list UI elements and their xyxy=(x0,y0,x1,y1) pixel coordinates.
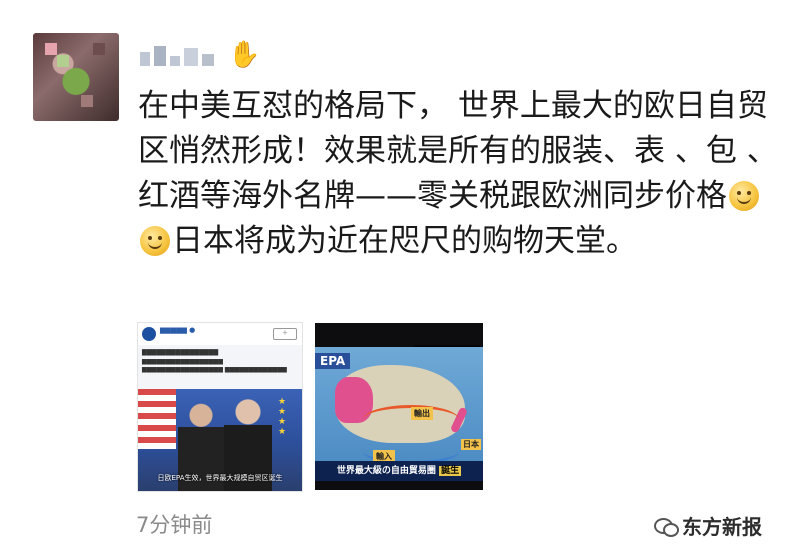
tv-caption-main: 世界最大級の自由貿易圏 xyxy=(336,466,436,476)
smile-emoji-icon xyxy=(729,181,759,211)
news-photo: ★ ★ ★ ★ 日欧EPA生效，世界最大规模自贸区诞生 xyxy=(138,389,302,491)
avatar[interactable] xyxy=(33,33,119,121)
avatar-pixel xyxy=(57,55,69,67)
account-logo-icon xyxy=(142,327,156,341)
article-text-blur: ▇▇▇▇▇▇▇▇▇▇▇▇▇▇▇▇ ▆▆▆▆▆▆▆▆▆▆▆▆▆▆▆▆▆ ▆▆▆▆▆… xyxy=(142,349,287,374)
nickname-mosaic xyxy=(140,52,150,66)
japan-label: 日本 xyxy=(461,439,481,450)
post-time: 7分钟前 xyxy=(136,513,213,537)
watermark-text: 东方新报 xyxy=(682,514,762,539)
nickname-mosaic xyxy=(170,56,180,66)
smile-emoji-icon xyxy=(140,226,170,256)
epa-label: EPA xyxy=(315,353,351,369)
avatar-pixel xyxy=(93,43,105,55)
post-text-tail: 日本将成为近在咫尺的购物天堂。 xyxy=(172,223,637,259)
image-caption: 日欧EPA生效，世界最大规模自贸区诞生 xyxy=(157,474,283,482)
wechat-icon xyxy=(654,516,679,537)
nickname-mosaic xyxy=(184,48,198,66)
export-label: 輸出 xyxy=(411,407,433,420)
post-text-main: 在中美互怼的格局下， 世界上最大的欧日自贸区悄然形成！效果就是所有的服装、表 、… xyxy=(138,88,778,214)
flag xyxy=(138,389,176,449)
weibo-header: ▆▆▆▆▆ ● ＋ xyxy=(138,323,302,345)
post-image-2[interactable]: ▆▆▆ ▆▆▆▆▆▆▆▆▆▆▆ 輸出 輸入 日本 EPA 世界最大級の自由貿易圏… xyxy=(315,323,483,490)
wave-hand-icon: ✋ xyxy=(228,40,261,70)
post-text: 在中美互怼的格局下， 世界上最大的欧日自贸区悄然形成！效果就是所有的服装、表 、… xyxy=(138,84,778,264)
watermark: 东方新报 xyxy=(654,512,794,539)
nickname-mosaic xyxy=(154,46,166,66)
eu-stars-icon: ★ ★ ★ ★ xyxy=(278,397,287,437)
avatar-pixel xyxy=(45,43,57,55)
nickname-mosaic xyxy=(202,54,214,66)
tv-caption: 世界最大級の自由貿易圏 誕生 xyxy=(315,461,483,481)
account-name-blur: ▆▆▆▆▆ ● xyxy=(160,326,196,334)
tv-caption-highlight: 誕生 xyxy=(439,466,462,476)
nickname[interactable]: ✋ xyxy=(140,38,260,72)
follow-button: ＋ xyxy=(273,328,297,340)
avatar-pixel xyxy=(81,95,93,107)
post-image-1[interactable]: ▆▆▆▆▆ ● ＋ ▇▇▇▇▇▇▇▇▇▇▇▇▇▇▇▇ ▆▆▆▆▆▆▆▆▆▆▆▆▆… xyxy=(137,322,303,492)
